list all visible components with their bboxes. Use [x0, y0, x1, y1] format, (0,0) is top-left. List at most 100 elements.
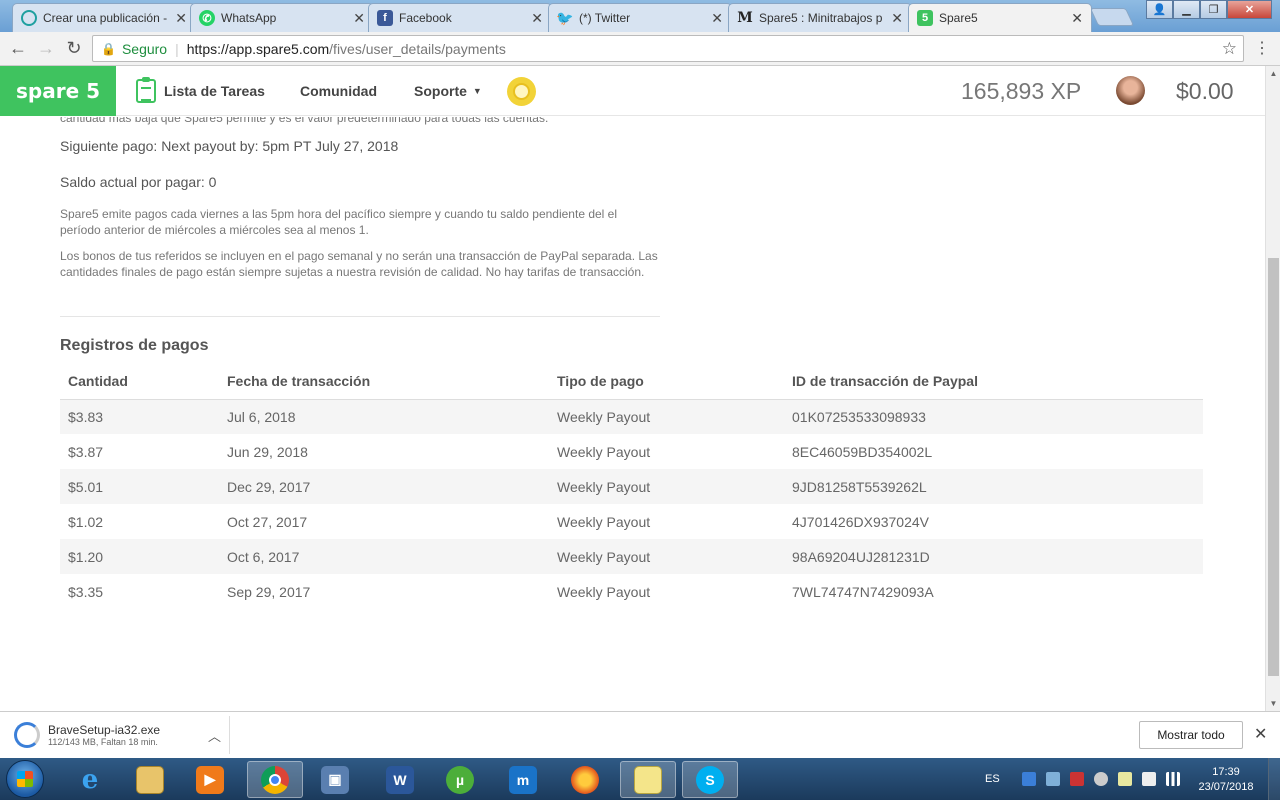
reload-icon[interactable]: ↻: [60, 38, 88, 59]
page-scrollbar[interactable]: ▲ ▼: [1265, 66, 1280, 711]
column-header-amount: Cantidad: [60, 364, 219, 400]
cell-paypal-id: 9JD81258T5539262L: [784, 469, 1203, 504]
new-tab-button[interactable]: [1089, 8, 1135, 26]
scroll-thumb[interactable]: [1268, 258, 1279, 676]
download-progress-icon: [14, 722, 40, 748]
start-button[interactable]: [6, 760, 44, 798]
partially-hidden-text: cantidad más baja que Spare5 permite y e…: [60, 117, 549, 125]
site-header: spare 5 Lista de Tareas Comunidad Soport…: [0, 66, 1265, 116]
clock[interactable]: 17:39 23/07/2018: [1196, 765, 1256, 795]
tray-app-icon[interactable]: [1045, 772, 1060, 786]
payout-schedule-note: Spare5 emite pagos cada viernes a las 5p…: [60, 207, 618, 237]
show-desktop-button[interactable]: [1268, 758, 1280, 800]
taskbar-chrome[interactable]: [247, 761, 303, 798]
taskbar-remote[interactable]: ▣: [307, 761, 363, 798]
url-host: https://app.spare5.com: [186, 40, 330, 57]
cell-amount: $5.01: [60, 469, 219, 504]
show-all-button[interactable]: Mostrar todo: [1139, 721, 1243, 749]
spare5-logo[interactable]: spare 5: [0, 66, 116, 116]
table-row: $3.87 Jun 29, 2018 Weekly Payout 8EC4605…: [60, 434, 1203, 469]
tab-facebook[interactable]: f Facebook ✕: [368, 3, 552, 32]
close-icon[interactable]: ✕: [1071, 10, 1083, 27]
taskbar-word[interactable]: W: [372, 761, 428, 798]
restore-icon[interactable]: ❐: [1200, 0, 1227, 19]
coin-icon[interactable]: [507, 77, 536, 106]
bookmark-star-icon[interactable]: ☆: [1222, 39, 1237, 59]
close-icon[interactable]: ✕: [531, 10, 543, 27]
cell-amount: $1.20: [60, 539, 219, 574]
folder-icon: [136, 765, 164, 794]
tab-title: Spare5: [939, 11, 978, 25]
nav-support[interactable]: Soporte ▼: [414, 66, 482, 116]
taskbar-utorrent[interactable]: µ: [432, 761, 488, 798]
column-header-type: Tipo de pago: [549, 364, 784, 400]
notification-icon[interactable]: [1117, 772, 1132, 786]
maxthon-icon: m: [509, 765, 537, 794]
scroll-up-icon[interactable]: ▲: [1266, 66, 1280, 81]
taskbar-notes[interactable]: [620, 761, 676, 798]
cell-type: Weekly Payout: [549, 539, 784, 574]
forward-icon[interactable]: →: [32, 38, 60, 59]
window-controls: 👤 ▁ ❐ ✕: [1146, 0, 1272, 19]
taskbar-firefox[interactable]: [557, 761, 613, 798]
taskbar-skype[interactable]: S: [682, 761, 738, 798]
close-icon[interactable]: ✕: [711, 10, 723, 27]
taskbar-media[interactable]: ▶: [182, 761, 238, 798]
back-icon[interactable]: ←: [4, 38, 32, 59]
cell-paypal-id: 7WL74747N7429093A: [792, 583, 934, 600]
cell-paypal-id: 8EC46059BD354002L: [792, 443, 933, 460]
cell-date: Jun 29, 2018: [227, 443, 308, 460]
close-window-icon[interactable]: ✕: [1227, 0, 1272, 19]
taskbar-explorer[interactable]: [122, 761, 178, 798]
nav-tasks[interactable]: Lista de Tareas: [136, 66, 265, 116]
table-row: $3.83 Jul 6, 2018 Weekly Payout 01K07253…: [60, 399, 1203, 434]
tab-spare5[interactable]: 5 Spare5 ✕: [908, 3, 1092, 32]
scroll-down-icon[interactable]: ▼: [1266, 696, 1280, 711]
download-item[interactable]: BraveSetup-ia32.exe 112/143 MB, Faltan 1…: [8, 716, 230, 754]
minimize-icon[interactable]: ▁: [1173, 0, 1200, 19]
column-header-date: Fecha de transacción: [219, 364, 549, 400]
medium-icon: M: [737, 10, 753, 26]
clipboard-icon: [136, 77, 156, 103]
column-header-paypal-id: ID de transacción de Paypal: [784, 364, 1203, 400]
profile-icon[interactable]: 👤: [1146, 0, 1173, 19]
language-indicator[interactable]: ES: [985, 773, 1000, 785]
tab-twitter[interactable]: 🐦 (*) Twitter ✕: [548, 3, 732, 32]
flag-icon[interactable]: [1141, 772, 1156, 786]
browser-tab-strip: Crear una publicación - ✕ ✆ WhatsApp ✕ f…: [0, 0, 1280, 32]
tab-spare5-medium[interactable]: M Spare5 : Minitrabajos p ✕: [728, 3, 912, 32]
tab-title: WhatsApp: [221, 11, 277, 25]
menu-icon[interactable]: ⋮: [1254, 38, 1270, 58]
cell-type: Weekly Payout: [557, 513, 651, 530]
close-icon[interactable]: ✕: [175, 10, 187, 27]
cell-paypal-id: 01K07253533098933: [784, 399, 1203, 434]
chevron-up-icon[interactable]: ︿: [208, 726, 221, 745]
tab-crear-publicacion[interactable]: Crear una publicación - ✕: [12, 3, 196, 32]
taskbar-ie[interactable]: e: [62, 761, 118, 798]
close-icon[interactable]: ✕: [353, 10, 365, 27]
tab-whatsapp[interactable]: ✆ WhatsApp ✕: [190, 3, 374, 32]
close-icon[interactable]: ✕: [1254, 724, 1267, 744]
cell-amount: $3.87: [68, 443, 104, 460]
payments-table: Cantidad Fecha de transacción Tipo de pa…: [60, 364, 1203, 609]
balance-amount: $0.00: [1176, 78, 1234, 104]
taskbar-maxthon[interactable]: m: [495, 761, 551, 798]
nav-community-label: Comunidad: [300, 83, 377, 99]
avatar[interactable]: [1116, 76, 1145, 105]
cell-date: Dec 29, 2017: [219, 469, 549, 504]
url-input[interactable]: 🔒 Seguro | https://app.spare5.com/fives/…: [92, 35, 1244, 62]
payment-records-title: Registros de pagos: [60, 337, 209, 354]
cell-date: Jul 6, 2018: [219, 399, 549, 434]
cell-date: Oct 6, 2017: [219, 539, 549, 574]
volume-icon[interactable]: [1093, 772, 1108, 786]
security-icon[interactable]: [1069, 772, 1084, 786]
network-app-icon[interactable]: [1021, 772, 1036, 786]
table-row: $1.02 Oct 27, 2017 Weekly Payout 4J70142…: [60, 504, 1203, 539]
table-row: $1.20 Oct 6, 2017 Weekly Payout 98A69204…: [60, 539, 1203, 574]
nav-community[interactable]: Comunidad: [300, 66, 377, 116]
nav-support-label: Soporte: [414, 83, 467, 99]
close-icon[interactable]: ✕: [891, 10, 903, 27]
signal-icon[interactable]: [1165, 772, 1180, 786]
payments-content: cantidad más baja que Spare5 permite y e…: [0, 117, 1265, 711]
cell-amount: $1.02: [68, 513, 104, 530]
